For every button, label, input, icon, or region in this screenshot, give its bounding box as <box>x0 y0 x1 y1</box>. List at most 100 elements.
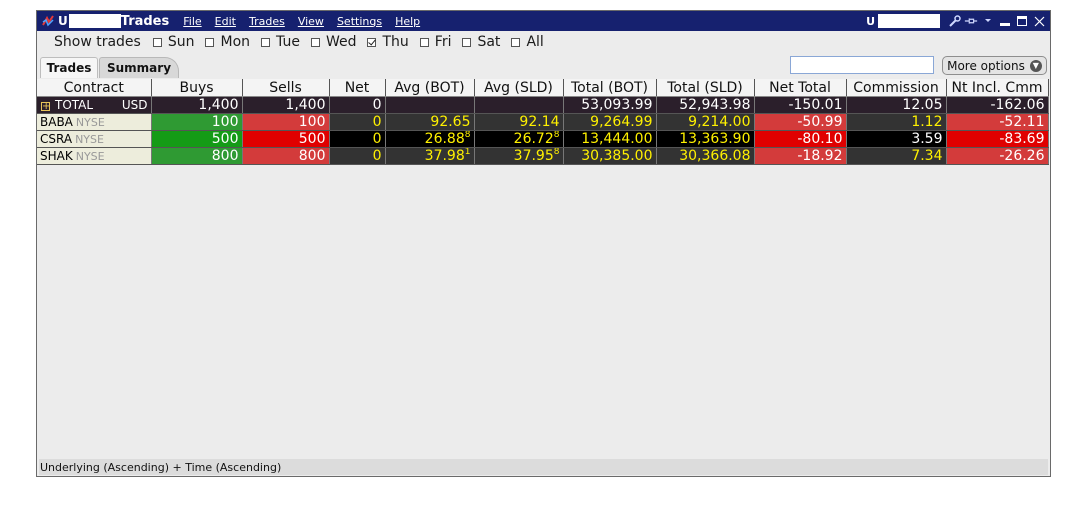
day-checkbox-tue[interactable]: Tue <box>261 34 300 50</box>
commission-cell: 3.59 <box>846 130 947 148</box>
menu-help[interactable]: Help <box>395 15 420 28</box>
table-row[interactable]: CSRA NYSE 500 500 0 26.888 26.728 13,444.… <box>37 130 1049 148</box>
col-total-bot[interactable]: Total (BOT) <box>563 79 657 97</box>
pin-icon[interactable] <box>964 14 978 28</box>
total-nt-incl-cmm: -162.06 <box>946 96 1049 114</box>
sells-cell: 100 <box>242 113 330 131</box>
menu-edit[interactable]: Edit <box>215 15 236 28</box>
checkbox-box[interactable] <box>310 37 320 47</box>
buys-cell: 100 <box>151 113 243 131</box>
col-contract[interactable]: Contract <box>37 79 152 97</box>
day-checkbox-mon[interactable]: Mon <box>205 34 250 50</box>
col-total-sld[interactable]: Total (SLD) <box>656 79 755 97</box>
menu-file[interactable]: File <box>183 15 201 28</box>
day-checkbox-sat[interactable]: Sat <box>462 34 500 50</box>
more-options-button[interactable]: More options ▼ <box>942 56 1047 75</box>
avg-bot-cell: 37.981 <box>385 147 475 165</box>
contract-symbol: SHAK <box>40 149 73 163</box>
day-checkbox-fri[interactable]: Fri <box>419 34 451 50</box>
table-row[interactable]: BABA NYSE 100 100 0 92.65 92.14 9,264.99 … <box>37 113 1049 131</box>
commission-cell: 1.12 <box>846 113 947 131</box>
nt-incl-cmm-cell: -26.26 <box>946 147 1049 165</box>
day-checkbox-thu[interactable]: Thu <box>367 34 409 50</box>
checkbox-box[interactable] <box>261 37 271 47</box>
menu-bar: File Edit Trades View Settings Help <box>183 15 433 28</box>
close-icon[interactable] <box>1032 14 1046 28</box>
contract-cell[interactable]: SHAK NYSE <box>37 147 152 165</box>
dropdown-arrow-icon[interactable] <box>981 14 995 28</box>
title-menu-bar: U Trades File Edit Trades View Settings … <box>37 11 1050 31</box>
contract-cell[interactable]: CSRA NYSE <box>37 130 152 148</box>
tab-trades[interactable]: Trades <box>40 57 98 78</box>
window-title-prefix: U <box>58 14 68 28</box>
sells-cell: 500 <box>242 130 330 148</box>
table-row[interactable]: SHAK NYSE 800 800 0 37.981 37.958 30,385.… <box>37 147 1049 165</box>
sells-cell: 800 <box>242 147 330 165</box>
checkbox-box[interactable] <box>511 37 521 47</box>
expand-plus-icon[interactable]: + <box>41 102 50 112</box>
menu-trades[interactable]: Trades <box>249 15 285 28</box>
col-buys[interactable]: Buys <box>151 79 243 97</box>
avg-sld-value: 26.72 <box>513 131 554 147</box>
redacted-account <box>68 14 121 28</box>
chevron-down-icon: ▼ <box>1029 59 1042 72</box>
contract-exchange: NYSE <box>75 133 104 146</box>
col-sells[interactable]: Sells <box>242 79 330 97</box>
day-label: Thu <box>382 34 409 50</box>
contract-cell[interactable]: BABA NYSE <box>37 113 152 131</box>
more-options-label: More options <box>947 58 1025 73</box>
minimize-icon[interactable] <box>998 14 1012 28</box>
col-net[interactable]: Net <box>329 79 386 97</box>
total-label: TOTAL <box>55 98 94 112</box>
total-sld-cell: 9,214.00 <box>656 113 755 131</box>
checkbox-box[interactable] <box>205 37 215 47</box>
total-row[interactable]: + TOTAL USD 1,400 1,400 0 53,093.99 52,943… <box>37 96 1049 114</box>
tab-summary[interactable]: Summary <box>99 57 179 78</box>
day-label: Tue <box>276 34 300 50</box>
net-cell: 0 <box>329 113 386 131</box>
col-nt-incl-cmm[interactable]: Nt Incl. Cmm <box>946 79 1049 97</box>
contract-exchange: NYSE <box>75 150 105 163</box>
avg-bot-value: 37.98 <box>424 148 465 164</box>
commission-cell: 7.34 <box>846 147 947 165</box>
col-commission[interactable]: Commission <box>846 79 947 97</box>
total-net: 0 <box>329 96 386 114</box>
total-bot-cell: 30,385.00 <box>563 147 657 165</box>
total-bot-cell: 9,264.99 <box>563 113 657 131</box>
total-avg-sld <box>474 96 564 114</box>
app-logo-icon <box>41 14 55 28</box>
window-title: Trades <box>120 13 170 29</box>
menu-view[interactable]: View <box>298 15 324 28</box>
buys-cell: 800 <box>151 147 243 165</box>
total-contract-cell[interactable]: + TOTAL USD <box>37 96 152 114</box>
avg-bot-extra-digit: 8 <box>464 130 471 141</box>
col-net-total[interactable]: Net Total <box>754 79 847 97</box>
wrench-icon[interactable] <box>947 14 961 28</box>
menu-settings[interactable]: Settings <box>337 15 382 28</box>
search-input[interactable] <box>790 56 934 74</box>
total-net-total: -150.01 <box>754 96 847 114</box>
checkbox-box[interactable] <box>462 37 472 47</box>
day-checkbox-all[interactable]: All <box>511 34 544 50</box>
sort-status-bar[interactable]: Underlying (Ascending) + Time (Ascending… <box>39 459 1048 475</box>
maximize-icon[interactable] <box>1015 14 1029 28</box>
net-total-cell: -50.99 <box>754 113 847 131</box>
checkbox-box[interactable] <box>152 37 162 47</box>
checkbox-box[interactable] <box>419 37 429 47</box>
checkbox-box-checked[interactable] <box>367 37 377 47</box>
avg-sld-cell: 26.728 <box>474 130 564 148</box>
total-commission: 12.05 <box>846 96 947 114</box>
day-checkbox-wed[interactable]: Wed <box>310 34 356 50</box>
col-avg-sld[interactable]: Avg (SLD) <box>474 79 564 97</box>
day-checkbox-sun[interactable]: Sun <box>152 34 195 50</box>
summary-table: Contract Buys Sells Net Avg (BOT) Avg (S… <box>37 79 1050 165</box>
avg-sld-extra-digit: 8 <box>553 147 560 158</box>
col-avg-bot[interactable]: Avg (BOT) <box>385 79 475 97</box>
avg-sld-cell: 92.14 <box>474 113 564 131</box>
day-label: Sun <box>167 34 195 50</box>
avg-sld-cell: 37.958 <box>474 147 564 165</box>
net-cell: 0 <box>329 147 386 165</box>
avg-sld-value: 92.14 <box>519 114 560 130</box>
net-cell: 0 <box>329 130 386 148</box>
avg-bot-value: 26.88 <box>424 131 465 147</box>
